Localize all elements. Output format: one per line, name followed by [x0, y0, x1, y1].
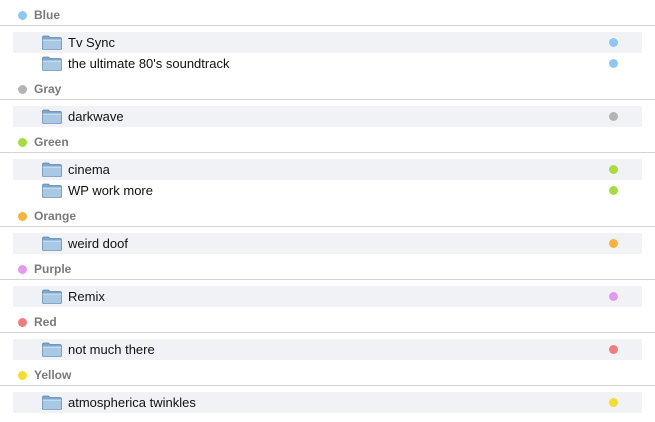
group-items: darkwave	[0, 100, 655, 131]
group-label: Red	[34, 315, 57, 329]
color-dot-icon	[18, 85, 27, 94]
folder-icon	[42, 236, 62, 251]
list-item[interactable]: not much there	[13, 339, 642, 360]
color-dot-icon	[18, 11, 27, 20]
item-label: the ultimate 80's soundtrack	[68, 56, 230, 71]
tag-color-dot-icon	[609, 292, 618, 301]
folder-icon	[42, 35, 62, 50]
list-item[interactable]: weird doof	[13, 233, 642, 254]
item-label: Remix	[68, 289, 105, 304]
list-item[interactable]: cinema	[13, 159, 642, 180]
folder-icon	[42, 342, 62, 357]
group-items: weird doof	[0, 227, 655, 258]
group-label: Gray	[34, 82, 62, 96]
tag-color-dot-icon	[609, 112, 618, 121]
item-label: weird doof	[68, 236, 128, 251]
tag-color-dot-icon	[609, 38, 618, 47]
color-tag-group-list: Blue Tv Sync the ultimate 80's soundtrack G…	[0, 4, 655, 417]
group-label: Yellow	[34, 368, 72, 382]
color-dot-icon	[18, 318, 27, 327]
group-items: Tv Sync the ultimate 80's soundtrack	[0, 26, 655, 78]
tag-color-dot-icon	[609, 345, 618, 354]
group-label: Purple	[34, 262, 72, 276]
tag-color-dot-icon	[609, 59, 618, 68]
tag-color-dot-icon	[609, 165, 618, 174]
item-label: darkwave	[68, 109, 124, 124]
folder-icon	[42, 289, 62, 304]
group-header-purple[interactable]: Purple	[0, 258, 655, 280]
group-header-red[interactable]: Red	[0, 311, 655, 333]
group-header-yellow[interactable]: Yellow	[0, 364, 655, 386]
group-label: Orange	[34, 209, 77, 223]
group-label: Blue	[34, 8, 61, 22]
folder-icon	[42, 183, 62, 198]
folder-icon	[42, 395, 62, 410]
group-header-orange[interactable]: Orange	[0, 205, 655, 227]
item-label: cinema	[68, 162, 110, 177]
group-items: cinema WP work more	[0, 153, 655, 205]
item-label: atmospherica twinkles	[68, 395, 196, 410]
tag-color-dot-icon	[609, 398, 618, 407]
group-header-blue[interactable]: Blue	[0, 4, 655, 26]
tag-color-dot-icon	[609, 186, 618, 195]
list-item[interactable]: the ultimate 80's soundtrack	[13, 53, 642, 74]
group-items: not much there	[0, 333, 655, 364]
folder-icon	[42, 162, 62, 177]
group-items: atmospherica twinkles	[0, 386, 655, 417]
color-dot-icon	[18, 265, 27, 274]
tag-color-dot-icon	[609, 239, 618, 248]
list-item[interactable]: darkwave	[13, 106, 642, 127]
item-label: not much there	[68, 342, 155, 357]
list-item[interactable]: atmospherica twinkles	[13, 392, 642, 413]
list-item[interactable]: WP work more	[13, 180, 642, 201]
group-label: Green	[34, 135, 69, 149]
list-item[interactable]: Tv Sync	[13, 32, 642, 53]
folder-icon	[42, 109, 62, 124]
color-dot-icon	[18, 212, 27, 221]
group-items: Remix	[0, 280, 655, 311]
group-header-green[interactable]: Green	[0, 131, 655, 153]
item-label: Tv Sync	[68, 35, 115, 50]
color-dot-icon	[18, 138, 27, 147]
color-dot-icon	[18, 371, 27, 380]
item-label: WP work more	[68, 183, 153, 198]
group-header-gray[interactable]: Gray	[0, 78, 655, 100]
list-item[interactable]: Remix	[13, 286, 642, 307]
folder-icon	[42, 56, 62, 71]
